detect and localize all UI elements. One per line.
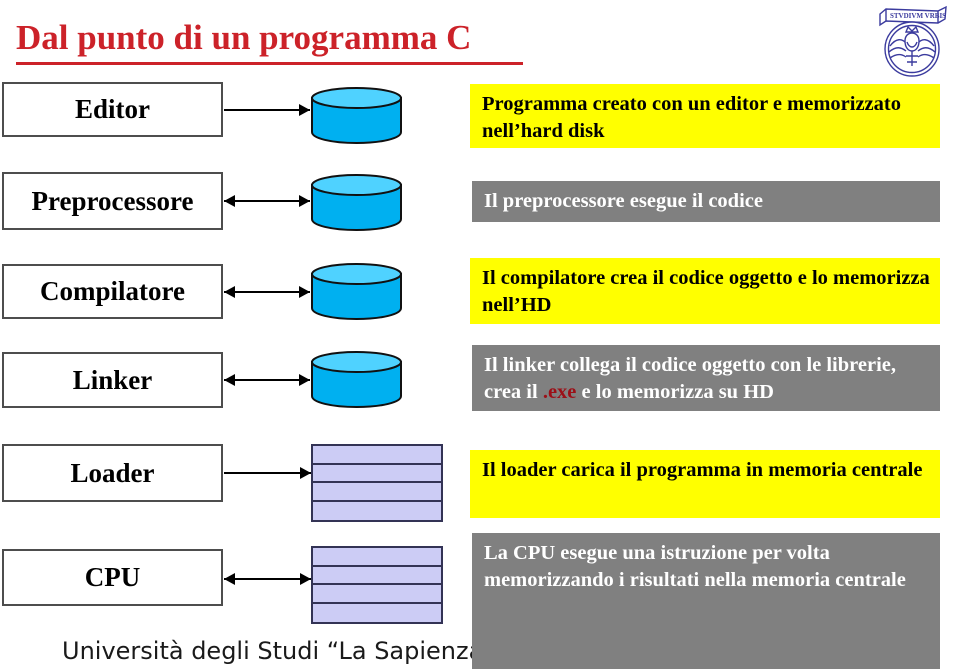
arrowhead-right-icon	[299, 286, 310, 298]
callout-preprocessore-note: Il preprocessore esegue il codice	[472, 181, 940, 222]
arrowhead-left-icon	[224, 195, 235, 207]
memory-cell	[313, 548, 441, 567]
connector-shaft	[224, 379, 310, 381]
connector-cpu-to-memory	[224, 572, 311, 586]
arrowhead-left-icon	[224, 286, 235, 298]
memory-block-cpu	[311, 546, 443, 624]
seal-motto-text: STVDIVM VRBIS	[890, 12, 946, 20]
connector-loader-to-memory	[224, 466, 311, 480]
connector-shaft	[224, 200, 310, 202]
stage-box-loader[interactable]: Loader	[2, 444, 223, 502]
callout-loader-note: Il loader carica il programma in memoria…	[470, 450, 940, 518]
stage-box-compilatore[interactable]: Compilatore	[2, 264, 223, 319]
callout-text: Il loader carica il programma in memoria…	[482, 459, 923, 481]
sapienza-university-seal-logo: STVDIVM VRBIS	[866, 2, 958, 78]
memory-cell	[313, 603, 441, 622]
callout-text: Programma creato con un editor e memoriz…	[482, 93, 901, 142]
memory-cell	[313, 483, 441, 502]
connector-shaft	[224, 578, 311, 580]
callout-compilatore-note: Il compilatore crea il codice oggetto e …	[470, 258, 940, 324]
callout-text-part-3: e lo memorizza su HD	[576, 381, 774, 403]
arrowhead-right-icon	[300, 467, 311, 479]
arrowhead-left-icon	[224, 573, 235, 585]
stage-box-preprocessore[interactable]: Preprocessore	[2, 172, 223, 230]
callout-text: Il preprocessore esegue il codice	[484, 190, 763, 212]
stage-box-cpu[interactable]: CPU	[2, 549, 223, 606]
callout-cpu-note: La CPU esegue una istruzione per volta m…	[472, 533, 940, 669]
callout-editor-note: Programma creato con un editor e memoriz…	[470, 84, 940, 148]
stage-label-compilatore: Compilatore	[40, 276, 185, 306]
memory-cell	[313, 585, 441, 604]
disk-icon-preprocessore	[310, 173, 403, 231]
page-title: Dal punto di un programma C	[16, 18, 472, 57]
connector-shaft	[224, 291, 310, 293]
arrowhead-right-icon	[299, 104, 310, 116]
arrowhead-left-icon	[224, 374, 235, 386]
arrowhead-right-icon	[299, 374, 310, 386]
connector-shaft	[224, 472, 311, 474]
connector-preprocessore-to-disk	[224, 194, 310, 208]
stage-box-editor[interactable]: Editor	[2, 82, 223, 137]
disk-icon-linker	[310, 350, 403, 408]
connector-shaft	[224, 109, 310, 111]
arrowhead-right-icon	[300, 573, 311, 585]
connector-editor-to-disk	[224, 103, 310, 117]
disk-icon-compilatore	[310, 262, 403, 320]
stage-box-linker[interactable]: Linker	[2, 352, 223, 408]
memory-cell	[313, 501, 441, 520]
callout-text-exe: .exe	[542, 381, 577, 403]
callout-linker-note: Il linker collega il codice oggetto con …	[472, 345, 940, 411]
memory-cell	[313, 446, 441, 465]
stage-label-preprocessore: Preprocessore	[31, 185, 194, 216]
memory-cell	[313, 464, 441, 483]
stage-label-editor: Editor	[74, 94, 150, 124]
stage-label-loader: Loader	[70, 457, 155, 488]
memory-cell	[313, 566, 441, 585]
stage-label-cpu: CPU	[84, 562, 141, 592]
title-underline	[16, 62, 523, 65]
disk-icon-editor	[310, 86, 403, 144]
slide-canvas: Dal punto di un programma C STVDIVM VRBI…	[0, 0, 960, 669]
stage-label-linker: Linker	[72, 364, 153, 395]
connector-linker-to-disk	[224, 373, 310, 387]
memory-block-loader	[311, 444, 443, 522]
connector-compilatore-to-disk	[224, 285, 310, 299]
arrowhead-right-icon	[299, 195, 310, 207]
callout-text: Il compilatore crea il codice oggetto e …	[482, 267, 930, 316]
footer-university-name: Università degli Studi “La Sapienza”	[62, 637, 496, 665]
callout-text: La CPU esegue una istruzione per volta m…	[484, 542, 906, 591]
